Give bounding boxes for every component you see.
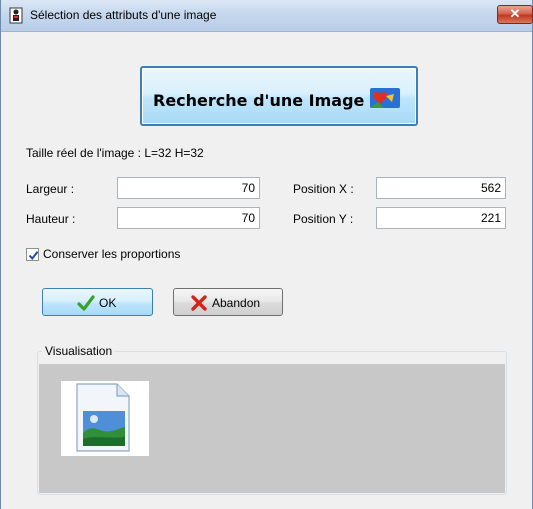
position-x-field[interactable]: 562	[376, 177, 506, 199]
cancel-button[interactable]: Abandon	[173, 288, 283, 316]
cross-icon	[191, 295, 207, 311]
search-image-button[interactable]: Recherche d'une Image	[140, 66, 418, 126]
title-bar[interactable]: Sélection des attributs d'une image ✕	[1, 0, 533, 32]
app-icon	[9, 7, 23, 24]
height-label: Hauteur :	[26, 212, 76, 226]
cancel-label: Abandon	[212, 296, 261, 310]
checkmark-icon	[77, 295, 95, 311]
close-button[interactable]: ✕	[497, 5, 533, 24]
window-title: Sélection des attributs d'une image	[30, 8, 217, 22]
image-file-icon	[76, 383, 130, 452]
keep-proportions-label[interactable]: Conserver les proportions	[43, 247, 180, 261]
preview-thumbnail	[61, 381, 149, 456]
dialog-window: Sélection des attributs d'une image ✕ Re…	[0, 0, 533, 509]
height-field[interactable]: 70	[117, 207, 260, 229]
width-label: Largeur :	[26, 182, 75, 196]
position-y-field[interactable]: 221	[376, 207, 506, 229]
close-icon: ✕	[509, 6, 521, 21]
ok-button[interactable]: OK	[42, 288, 153, 316]
image-search-icon	[370, 88, 400, 108]
check-mark-icon	[28, 251, 39, 261]
real-size-info: Taille réel de l'image : L=32 H=32	[26, 146, 204, 160]
preview-group-title: Visualisation	[42, 344, 116, 358]
ok-label: OK	[99, 296, 117, 310]
keep-proportions-checkbox[interactable]	[26, 248, 39, 261]
position-y-label: Position Y :	[293, 212, 354, 226]
search-image-label: Recherche d'une Image	[153, 91, 365, 110]
width-field[interactable]: 70	[117, 177, 260, 199]
position-x-label: Position X :	[293, 182, 354, 196]
